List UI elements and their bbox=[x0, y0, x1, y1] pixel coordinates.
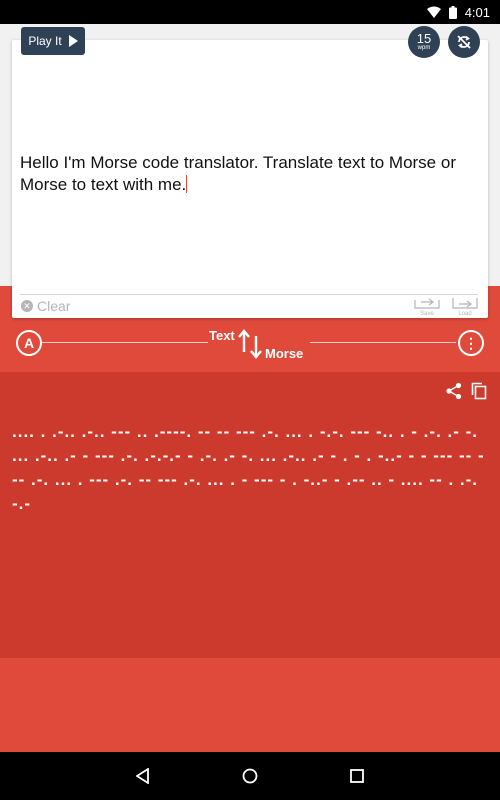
from-label: Text bbox=[209, 328, 235, 343]
battery-icon bbox=[448, 5, 457, 19]
input-divider bbox=[20, 294, 478, 295]
input-text: Hello I'm Morse code translator. Transla… bbox=[20, 153, 456, 194]
wpm-button[interactable]: 15 wpm bbox=[408, 26, 440, 58]
translation-switch-bar: A Text Morse ⋮ bbox=[0, 318, 500, 372]
save-label: Save bbox=[420, 311, 434, 317]
status-bar: 4:01 bbox=[0, 0, 500, 24]
share-icon[interactable] bbox=[445, 382, 463, 400]
clear-label: Clear bbox=[37, 298, 71, 314]
input-text-area[interactable]: Hello I'm Morse code translator. Transla… bbox=[20, 152, 470, 196]
back-icon bbox=[136, 768, 150, 784]
menu-button[interactable]: ⋮ bbox=[458, 330, 484, 356]
back-button[interactable] bbox=[131, 764, 155, 788]
save-button[interactable]: Save bbox=[413, 296, 441, 317]
text-caret bbox=[186, 175, 188, 193]
clear-button[interactable]: ✕ Clear bbox=[21, 298, 70, 314]
recents-icon bbox=[349, 769, 364, 783]
play-label: Play It bbox=[28, 34, 62, 48]
switch-line-right bbox=[310, 342, 456, 343]
wpm-value: 15 bbox=[416, 31, 432, 46]
wpm-unit: wpm bbox=[417, 45, 431, 51]
switch-line-left bbox=[42, 342, 208, 343]
output-area: .... . .-.. .-.. --- .. .----. -- -- ---… bbox=[0, 372, 500, 658]
save-icon bbox=[414, 298, 440, 309]
to-label: Morse bbox=[265, 346, 304, 361]
menu-icon: ⋮ bbox=[464, 334, 478, 351]
swap-icon[interactable] bbox=[237, 328, 263, 360]
morse-output[interactable]: .... . .-.. .-.. --- .. .----. -- -- ---… bbox=[12, 420, 488, 516]
recents-button[interactable] bbox=[345, 764, 369, 788]
clear-icon: ✕ bbox=[21, 300, 33, 312]
load-label: Load bbox=[458, 311, 472, 317]
play-button[interactable]: Play It bbox=[21, 27, 85, 55]
wifi-icon bbox=[426, 6, 441, 18]
load-button[interactable]: Load bbox=[451, 296, 479, 317]
home-button[interactable] bbox=[238, 764, 262, 788]
sync-off-icon bbox=[457, 35, 471, 49]
home-icon bbox=[242, 768, 258, 784]
play-icon bbox=[68, 35, 78, 47]
status-time: 4:01 bbox=[464, 4, 490, 20]
sync-off-button[interactable] bbox=[448, 26, 480, 58]
navigation-bar bbox=[0, 752, 500, 800]
copy-icon[interactable] bbox=[471, 382, 487, 400]
alphabet-button[interactable]: A bbox=[16, 330, 42, 356]
load-icon bbox=[452, 298, 478, 309]
alphabet-label: A bbox=[23, 335, 35, 351]
